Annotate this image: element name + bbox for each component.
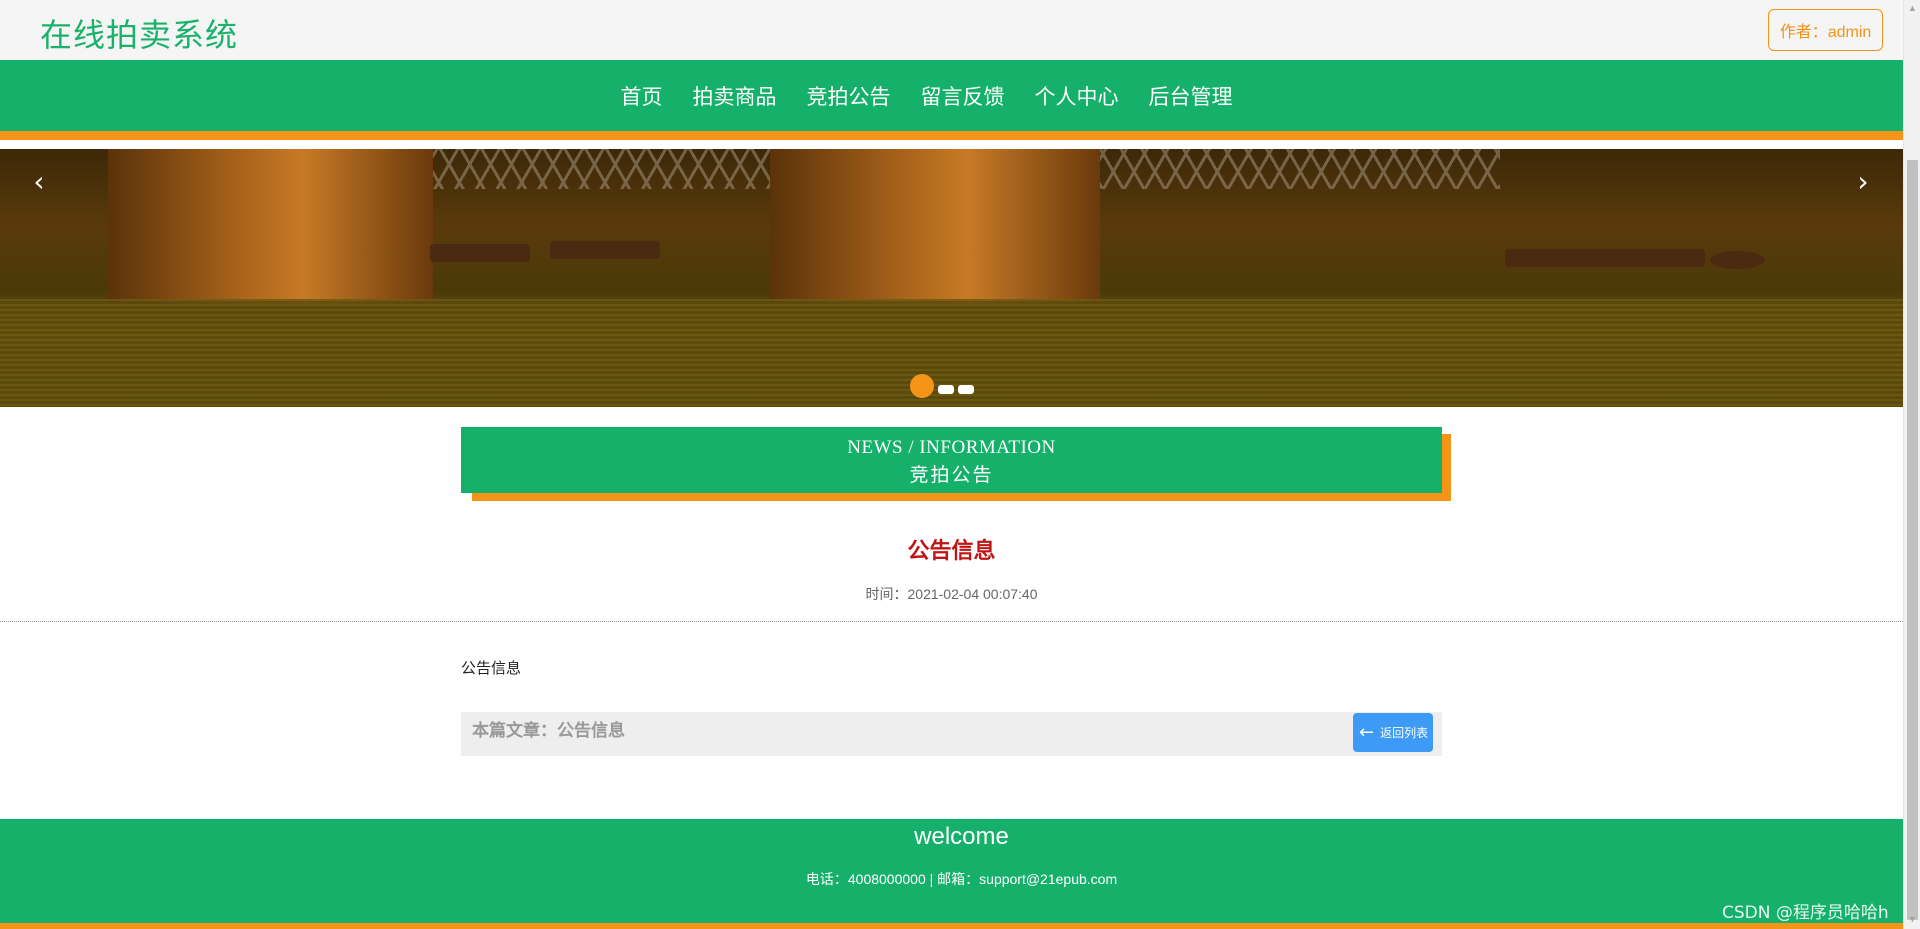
scroll-down-icon[interactable]: ▼ (1908, 914, 1917, 924)
footer: welcome 电话：4008000000 | 邮箱：support@21epu… (0, 819, 1903, 929)
article-nav-bar: 本篇文章：公告信息 ← 返回列表 (461, 712, 1442, 756)
footer-title: welcome (914, 823, 1009, 850)
top-bar: 在线拍卖系统 作者：admin (0, 0, 1903, 60)
current-article-label: 本篇文章：公告信息 (472, 721, 625, 741)
scroll-up-icon[interactable]: ▲ (1908, 3, 1917, 13)
boat-image (550, 241, 660, 259)
main-nav: 首页 拍卖商品 竞拍公告 留言反馈 个人中心 后台管理 (0, 60, 1903, 140)
watermark: CSDN @程序员哈哈h (1722, 903, 1889, 923)
section-title-en: NEWS / INFORMATION (847, 437, 1056, 458)
chevron-left-icon[interactable]: ‹ (24, 167, 54, 197)
author-button[interactable]: 作者：admin (1768, 9, 1883, 51)
back-to-list-button[interactable]: ← 返回列表 (1353, 713, 1433, 752)
page: 在线拍卖系统 作者：admin 首页 拍卖商品 竞拍公告 留言反馈 个人中心 后… (0, 0, 1920, 929)
vertical-scrollbar[interactable]: ▲ ▼ (1903, 0, 1920, 929)
nav-item-home[interactable]: 首页 (606, 81, 678, 111)
scrollbar-thumb[interactable] (1907, 160, 1918, 920)
carousel-dot-3[interactable] (958, 384, 974, 394)
arrow-left-icon: ← (1359, 722, 1375, 743)
nav-item-auction-notice[interactable]: 竞拍公告 (792, 81, 906, 111)
carousel-dot-2[interactable] (938, 384, 954, 394)
boat-image (1505, 249, 1705, 267)
carousel-indicators (910, 374, 974, 398)
section-title-cn: 竞拍公告 (909, 464, 994, 486)
nav-list: 首页 拍卖商品 竞拍公告 留言反馈 个人中心 后台管理 (0, 60, 1903, 131)
carousel-dot-1[interactable] (910, 374, 934, 398)
article-title: 公告信息 (907, 539, 996, 564)
nav-item-admin[interactable]: 后台管理 (1134, 81, 1248, 111)
divider (0, 621, 1903, 622)
chevron-right-icon[interactable]: › (1848, 167, 1878, 197)
section-header: NEWS / INFORMATION 竞拍公告 (461, 427, 1442, 493)
bridge-truss-image (1080, 149, 1500, 189)
bridge-pier-image (108, 149, 433, 304)
banner-carousel[interactable]: ‹ › (0, 149, 1903, 407)
article-body: 公告信息 (461, 659, 522, 677)
nav-item-personal-center[interactable]: 个人中心 (1020, 81, 1134, 111)
back-to-list-label: 返回列表 (1380, 726, 1429, 740)
bridge-pier-image (770, 149, 1100, 304)
buoy-image (1710, 251, 1765, 269)
site-title[interactable]: 在线拍卖系统 (40, 10, 238, 56)
footer-contact: 电话：4008000000 | 邮箱：support@21epub.com (805, 871, 1118, 887)
article-time: 时间：2021-02-04 00:07:40 (865, 586, 1038, 602)
nav-item-feedback[interactable]: 留言反馈 (906, 81, 1020, 111)
nav-item-auction-goods[interactable]: 拍卖商品 (678, 81, 792, 111)
boat-image (430, 244, 530, 262)
